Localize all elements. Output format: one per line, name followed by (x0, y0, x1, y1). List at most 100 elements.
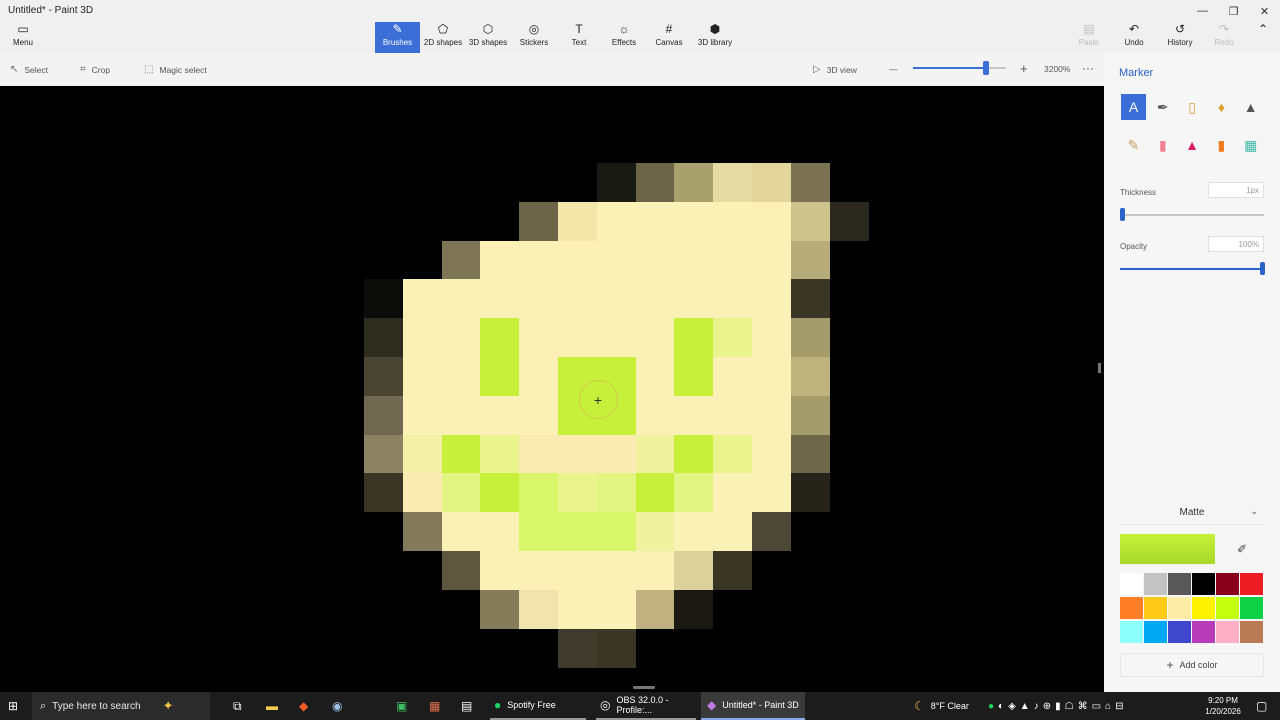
canvas-pixel[interactable] (713, 163, 752, 202)
tab-3d-shapes[interactable]: ⬡ 3D shapes (466, 22, 510, 53)
canvas-pixel[interactable] (713, 241, 752, 280)
canvas-pixel[interactable] (752, 396, 791, 435)
canvas-pixel[interactable] (403, 512, 442, 551)
canvas-pixel[interactable] (674, 590, 713, 629)
notifications-button[interactable]: ▢ (1256, 692, 1267, 720)
canvas-pixel[interactable] (364, 357, 403, 396)
more-options-button[interactable]: ··· (1082, 61, 1094, 75)
canvas-pixel[interactable] (558, 241, 597, 280)
canvas-pixel[interactable] (752, 163, 791, 202)
canvas-pixel[interactable] (480, 435, 519, 474)
zoom-in-button[interactable]: + (1020, 61, 1028, 76)
canvas-pixel[interactable] (403, 435, 442, 474)
canvas-pixel[interactable] (713, 279, 752, 318)
canvas-pixel[interactable] (558, 435, 597, 474)
palette-swatch[interactable] (1120, 621, 1143, 643)
canvas-pixel[interactable] (791, 163, 830, 202)
canvas-pixel[interactable] (791, 241, 830, 280)
palette-swatch[interactable] (1168, 573, 1191, 595)
clock[interactable]: 9:20 PM 1/20/2026 (1200, 695, 1246, 717)
tab-effects[interactable]: ☼ Effects (602, 22, 646, 53)
magic-select-tool[interactable]: ⬚ Magic select (144, 64, 207, 75)
canvas-pixel[interactable] (480, 396, 519, 435)
tab-2d-shapes[interactable]: ⬠ 2D shapes (420, 22, 466, 53)
canvas-pixel[interactable] (442, 357, 481, 396)
palette-swatch[interactable] (1192, 573, 1215, 595)
brush-marker[interactable]: A (1121, 94, 1146, 120)
canvas-pixel[interactable] (674, 396, 713, 435)
file-explorer-button[interactable]: ▬ (266, 692, 278, 720)
canvas-pixel[interactable] (674, 435, 713, 474)
canvas-pixel[interactable] (713, 202, 752, 241)
canvas-pixel[interactable] (636, 590, 675, 629)
palette-swatch[interactable] (1144, 621, 1167, 643)
palette-swatch[interactable] (1240, 621, 1263, 643)
canvas-pixel[interactable] (519, 551, 558, 590)
steam-button[interactable]: ◉ (332, 692, 342, 720)
canvas-pixel[interactable] (597, 629, 636, 668)
canvas-pixel[interactable] (752, 202, 791, 241)
canvas-pixel[interactable] (364, 435, 403, 474)
add-color-button[interactable]: + Add color (1120, 653, 1264, 677)
collapse-toolbar-button[interactable]: ⌃ (1252, 22, 1274, 53)
palette-swatch[interactable] (1192, 597, 1215, 619)
canvas-pixel[interactable] (674, 551, 713, 590)
canvas-pixel[interactable] (713, 551, 752, 590)
brush-fill[interactable]: ▦ (1238, 132, 1263, 158)
canvas-pixel[interactable] (403, 396, 442, 435)
canvas-pixel[interactable] (558, 202, 597, 241)
brush-pixel-pen[interactable]: ▲ (1238, 94, 1263, 120)
canvas-pixel[interactable] (597, 279, 636, 318)
store-button[interactable]: ▤ (461, 692, 472, 720)
brush-crayon[interactable]: ▲ (1180, 132, 1205, 158)
paste-button[interactable]: ▤ Paste (1072, 22, 1106, 53)
tab-text[interactable]: T Text (557, 22, 601, 53)
task-view-button[interactable]: ⧉ (233, 692, 242, 720)
canvas-pixel[interactable] (674, 357, 713, 396)
tab-3d-library[interactable]: ⬢ 3D library (693, 22, 737, 53)
canvas-pixel[interactable] (636, 396, 675, 435)
canvas-pixel[interactable] (558, 279, 597, 318)
canvas-pixel[interactable] (558, 512, 597, 551)
canvas-pixel[interactable] (442, 473, 481, 512)
canvas-pixel[interactable] (597, 512, 636, 551)
taskbar-app-paint3d[interactable]: ◆ Untitled* - Paint 3D (701, 692, 805, 720)
zoom-slider[interactable] (913, 67, 1006, 69)
canvas-pixel[interactable] (636, 551, 675, 590)
canvas-pixel[interactable] (791, 318, 830, 357)
horizontal-scrollbar[interactable] (633, 686, 655, 689)
canvas-pixel[interactable] (519, 512, 558, 551)
close-button[interactable]: ✕ (1249, 0, 1280, 22)
canvas-pixel[interactable] (480, 357, 519, 396)
start-button[interactable]: ⊞ (8, 692, 18, 720)
canvas-pixel[interactable] (791, 435, 830, 474)
canvas-pixel[interactable] (636, 163, 675, 202)
select-tool[interactable]: ↖ Select (10, 64, 48, 75)
palette-swatch[interactable] (1168, 597, 1191, 619)
canvas-pixel[interactable] (558, 318, 597, 357)
zoom-out-button[interactable]: — (889, 64, 898, 74)
brush-eraser[interactable]: ▮ (1150, 132, 1175, 158)
canvas-pixel[interactable] (519, 202, 558, 241)
canvas-pixel[interactable] (558, 551, 597, 590)
app-green-button[interactable]: ▣ (396, 692, 407, 720)
canvas-pixel[interactable] (752, 473, 791, 512)
canvas-pixel[interactable] (636, 202, 675, 241)
canvas-pixel[interactable] (674, 202, 713, 241)
canvas-pixel[interactable] (519, 241, 558, 280)
weather-widget[interactable]: ☾ 8°F Clear (914, 692, 969, 720)
thickness-input[interactable]: 1px (1208, 182, 1264, 198)
canvas-pixel[interactable] (713, 512, 752, 551)
canvas-pixel[interactable] (519, 473, 558, 512)
canvas-pixel[interactable] (636, 435, 675, 474)
system-tray[interactable]: ● ◐ ◈ ▲ ♪ ⊕ ▮ ☖ ⌘ ▭ ⌂ ⊟ (988, 692, 1123, 720)
canvas-pixel[interactable] (636, 279, 675, 318)
canvas-pixel[interactable] (403, 318, 442, 357)
canvas-pixel[interactable] (364, 279, 403, 318)
canvas-pixel[interactable] (674, 473, 713, 512)
canvas-pixel[interactable] (752, 512, 791, 551)
canvas-pixel[interactable] (597, 163, 636, 202)
canvas-pixel[interactable] (442, 279, 481, 318)
canvas-pixel[interactable] (519, 396, 558, 435)
finish-dropdown[interactable]: Matte ⌄ (1120, 500, 1264, 525)
